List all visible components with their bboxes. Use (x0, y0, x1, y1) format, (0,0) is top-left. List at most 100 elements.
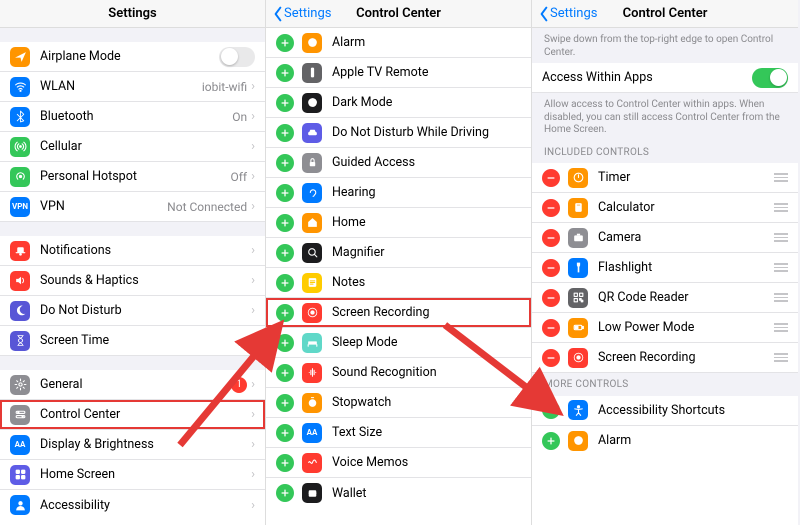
add-button[interactable] (276, 64, 294, 82)
control-center-manage-panel: Settings Control Center Swipe down from … (532, 0, 798, 525)
settings-row[interactable]: General1› (0, 370, 265, 400)
add-button[interactable] (276, 34, 294, 52)
add-button[interactable] (276, 364, 294, 382)
row-label: QR Code Reader (598, 290, 768, 305)
settings-row[interactable]: Apple TV Remote (266, 58, 531, 88)
settings-row[interactable]: Do Not Disturb› (0, 296, 265, 326)
add-button[interactable] (542, 401, 560, 419)
settings-row[interactable]: Low Power Mode (532, 313, 798, 343)
access-within-apps-row[interactable]: Access Within Apps (532, 63, 798, 93)
add-button[interactable] (276, 184, 294, 202)
settings-row[interactable]: Stopwatch (266, 388, 531, 418)
settings-root-panel: Settings Airplane ModeWLANiobit-wifi›Blu… (0, 0, 266, 525)
settings-row[interactable]: QR Code Reader (532, 283, 798, 313)
switches-icon (10, 405, 30, 425)
settings-row[interactable]: Home (266, 208, 531, 238)
settings-row[interactable]: Calculator (532, 193, 798, 223)
settings-row[interactable]: Voice Memos (266, 448, 531, 478)
settings-row[interactable]: Timer (532, 163, 798, 193)
add-button[interactable] (276, 484, 294, 502)
record-icon (568, 348, 588, 368)
add-button[interactable] (542, 432, 560, 450)
add-button[interactable] (276, 424, 294, 442)
settings-row[interactable]: Airplane Mode (0, 42, 265, 72)
settings-row[interactable]: Cellular› (0, 132, 265, 162)
add-button[interactable] (276, 454, 294, 472)
remove-button[interactable] (542, 229, 560, 247)
toggle-switch[interactable] (752, 68, 788, 88)
row-label: Timer (598, 170, 768, 185)
row-label: Cellular (40, 139, 251, 154)
remove-button[interactable] (542, 169, 560, 187)
add-button[interactable] (276, 124, 294, 142)
settings-row[interactable]: Screen Time› (0, 326, 265, 356)
remove-button[interactable] (542, 259, 560, 277)
settings-row[interactable]: Accessibility› (0, 490, 265, 520)
settings-row[interactable]: Hearing (266, 178, 531, 208)
add-button[interactable] (276, 394, 294, 412)
add-button[interactable] (276, 244, 294, 262)
settings-row[interactable]: AADisplay & Brightness› (0, 430, 265, 460)
settings-row[interactable]: BluetoothOn› (0, 102, 265, 132)
row-label: Wallet (332, 486, 521, 501)
drag-handle-icon[interactable] (774, 203, 788, 212)
settings-row[interactable]: Dark Mode (266, 88, 531, 118)
add-button[interactable] (276, 94, 294, 112)
settings-row[interactable]: Screen Recording (532, 343, 798, 373)
settings-row[interactable]: Sound Recognition (266, 358, 531, 388)
settings-row[interactable]: Personal HotspotOff› (0, 162, 265, 192)
settings-row[interactable]: Screen Recording (266, 298, 531, 328)
drag-handle-icon[interactable] (774, 173, 788, 182)
settings-row[interactable]: Accessibility Shortcuts (532, 396, 798, 426)
toggle-switch[interactable] (219, 47, 255, 67)
back-button[interactable]: Settings (538, 0, 597, 27)
chevron-right-icon: › (251, 498, 255, 513)
chevron-right-icon: › (251, 243, 255, 258)
settings-row[interactable]: Wallet (266, 478, 531, 508)
settings-row[interactable]: Alarm (266, 28, 531, 58)
voicememo-icon (302, 453, 322, 473)
settings-row[interactable]: Camera (532, 223, 798, 253)
remove-button[interactable] (542, 199, 560, 217)
settings-row[interactable]: Control Center› (0, 400, 265, 430)
drag-handle-icon[interactable] (774, 233, 788, 242)
lock-icon (302, 153, 322, 173)
settings-row[interactable]: Guided Access (266, 148, 531, 178)
settings-row[interactable]: VPNVPNNot Connected› (0, 192, 265, 222)
settings-row[interactable]: Alarm (532, 426, 798, 456)
settings-row[interactable]: Flashlight (532, 253, 798, 283)
back-button[interactable]: Settings (272, 0, 331, 27)
add-button[interactable] (276, 274, 294, 292)
settings-row[interactable]: AAText Size (266, 418, 531, 448)
settings-row[interactable]: Notifications› (0, 236, 265, 266)
settings-row[interactable]: Sleep Mode (266, 328, 531, 358)
battery-icon (568, 318, 588, 338)
drag-handle-icon[interactable] (774, 293, 788, 302)
row-label: Access Within Apps (542, 70, 752, 85)
row-label: Airplane Mode (40, 49, 219, 64)
chevron-right-icon: › (251, 377, 255, 392)
add-button[interactable] (276, 304, 294, 322)
hotspot-icon (10, 167, 30, 187)
drag-handle-icon[interactable] (774, 353, 788, 362)
remove-button[interactable] (542, 349, 560, 367)
drag-handle-icon[interactable] (774, 323, 788, 332)
drag-handle-icon[interactable] (774, 263, 788, 272)
navbar: Settings Control Center (266, 0, 531, 28)
settings-row[interactable]: Magnifier (266, 238, 531, 268)
settings-row[interactable]: Notes (266, 268, 531, 298)
add-button[interactable] (276, 334, 294, 352)
qrcode-icon (568, 288, 588, 308)
remove-button[interactable] (542, 319, 560, 337)
settings-row[interactable]: Do Not Disturb While Driving (266, 118, 531, 148)
chevron-left-icon (272, 6, 284, 22)
add-button[interactable] (276, 154, 294, 172)
row-label: Control Center (40, 407, 251, 422)
settings-row[interactable]: Sounds & Haptics› (0, 266, 265, 296)
settings-row[interactable]: WLANiobit-wifi› (0, 72, 265, 102)
chevron-right-icon: › (251, 273, 255, 288)
settings-row[interactable]: Home Screen› (0, 460, 265, 490)
add-button[interactable] (276, 214, 294, 232)
remove-button[interactable] (542, 289, 560, 307)
home-icon (302, 213, 322, 233)
